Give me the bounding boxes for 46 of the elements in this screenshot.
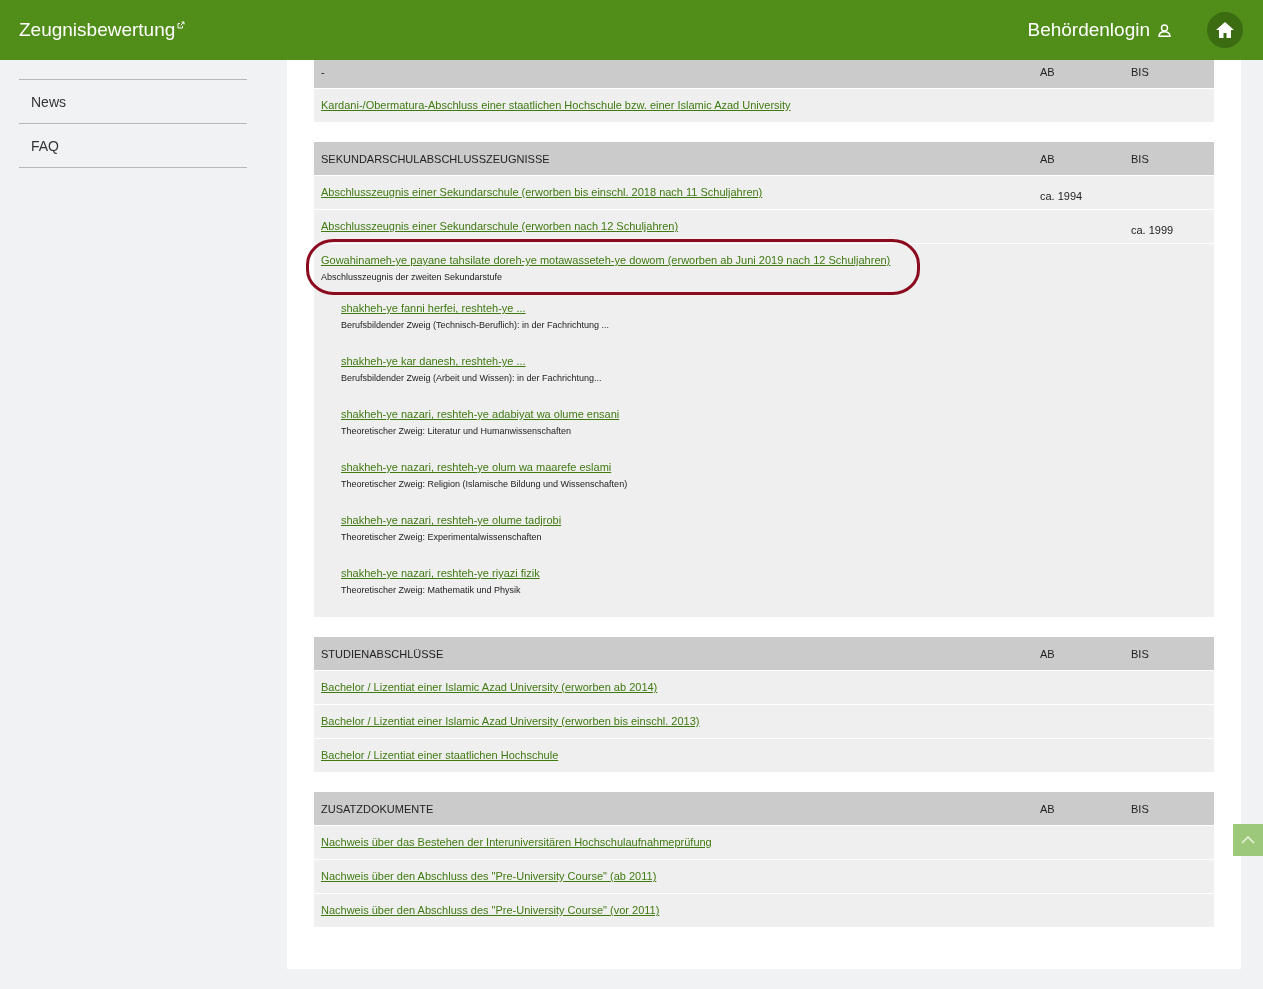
document-note: Theoretischer Zweig: Mathematik und Physik	[341, 585, 521, 595]
document-note: Theoretischer Zweig: Experimentalwissenschaften	[341, 532, 542, 542]
column-header: BIS	[1131, 152, 1150, 165]
document-link[interactable]: Gowahinameh-ye payane tahsilate doreh-ye motawasseteh-ye dowom (erworben ab Juni 2019 nach 12 Schuljahren)	[321, 254, 891, 266]
document-link[interactable]: shakheh-ye nazari, reshteh-ye olum wa maarefe eslami	[341, 461, 612, 473]
external-link-icon	[177, 21, 186, 29]
document-link[interactable]: shakheh-ye nazari, reshteh-ye adabiyat wa olume ensani	[341, 408, 620, 420]
document-link[interactable]: Bachelor / Lizentiat einer Islamic Azad University (erworben ab 2014)	[321, 681, 658, 693]
document-link[interactable]: Nachweis über das Bestehen der Interuniversitären Hochschulaufnahmeprüfung	[321, 836, 712, 848]
document-link[interactable]: Abschlusszeugnis einer Sekundarschule (erworben bis einschl. 2018 nach 11 Schuljahren)	[321, 186, 763, 198]
section-title: STUDIENABSCHLÜSSE	[321, 647, 445, 660]
document-link[interactable]: shakheh-ye kar danesh, reshteh-ye ...	[341, 355, 526, 367]
document-link[interactable]: Bachelor / Lizentiat einer staatlichen Hochschule	[321, 749, 559, 761]
document-link[interactable]: Bachelor / Lizentiat einer Islamic Azad University (erworben bis einschl. 2013)	[321, 715, 700, 727]
column-header: AB	[1040, 647, 1056, 660]
column-header: AB	[1040, 65, 1056, 78]
section-title: -	[321, 65, 326, 78]
chevron-up-icon	[1241, 836, 1255, 844]
sidebar-item[interactable]: News	[19, 79, 247, 123]
document-note: Theoretischer Zweig: Religion (Islamische Bildung und Wissenschaften)	[341, 479, 628, 489]
document-link[interactable]: shakheh-ye nazari, reshteh-ye riyazi fizik	[341, 567, 540, 579]
column-header: BIS	[1131, 65, 1150, 78]
column-header: BIS	[1131, 802, 1150, 815]
column-header: BIS	[1131, 647, 1150, 660]
document-note: Abschlusszeugnis der zweiten Sekundarstufe	[321, 272, 503, 282]
document-link[interactable]: Kardani-/Obermatura-Abschluss einer staatlichen Hochschule bzw. einer Islamic Azad University	[321, 99, 791, 111]
document-link[interactable]: shakheh-ye nazari, reshteh-ye olume tadjrobi	[341, 514, 562, 526]
user-icon	[1158, 23, 1171, 37]
document-note: Theoretischer Zweig: Literatur und Humanwissenschaften	[341, 426, 572, 436]
site-title[interactable]: Zeugnisbewertung	[19, 19, 186, 41]
document-note: Berufsbildender Zweig (Technisch-Beruflich): in der Fachrichtung ...	[341, 320, 610, 330]
sidebar-item[interactable]: FAQ	[19, 123, 247, 168]
column-header: AB	[1040, 152, 1056, 165]
house-icon	[1215, 21, 1235, 39]
document-link[interactable]: Nachweis über den Abschluss des "Pre-University Course" (ab 2011)	[321, 870, 657, 882]
section-title: SEKUNDARSCHULABSCHLUSSZEUGNISSE	[321, 152, 551, 165]
table-cell: ca. 1994	[1040, 190, 1083, 202]
document-link[interactable]: shakheh-ye fanni herfei, reshteh-ye ...	[341, 302, 526, 314]
login-link[interactable]: Behördenlogin	[1027, 19, 1171, 41]
column-header: AB	[1040, 802, 1056, 815]
home-button[interactable]	[1207, 12, 1243, 48]
document-link[interactable]: Abschlusszeugnis einer Sekundarschule (erworben nach 12 Schuljahren)	[321, 220, 679, 232]
section-title: ZUSATZDOKUMENTE	[321, 802, 435, 815]
document-link[interactable]: Nachweis über den Abschluss des "Pre-University Course" (vor 2011)	[321, 904, 660, 916]
table-cell: ca. 1999	[1131, 224, 1174, 236]
document-note: Berufsbildender Zweig (Arbeit und Wissen): in der Fachrichtung...	[341, 373, 602, 383]
